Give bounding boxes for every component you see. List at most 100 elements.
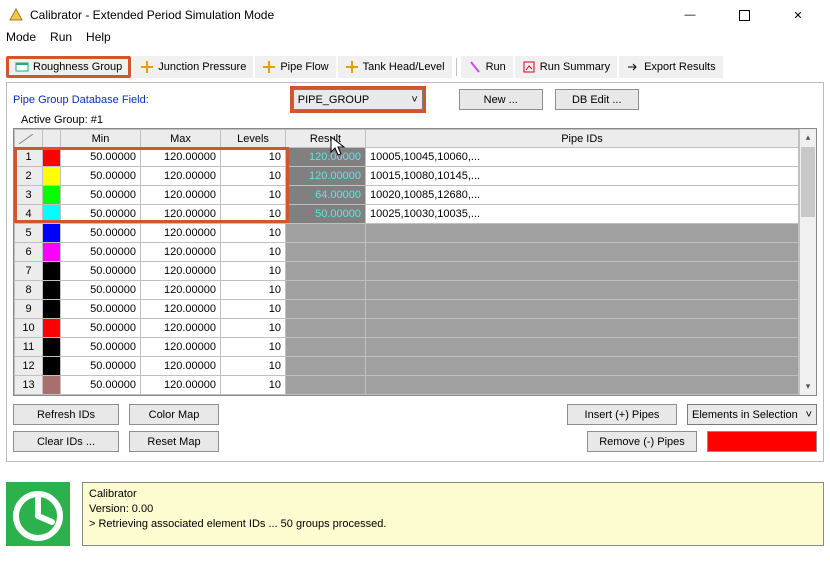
cell-min[interactable]: 50.00000 (61, 357, 141, 376)
cell-result[interactable] (286, 262, 366, 281)
cell-min[interactable]: 50.00000 (61, 205, 141, 224)
cell-min[interactable]: 50.00000 (61, 338, 141, 357)
cell-pipeids[interactable] (366, 224, 799, 243)
pipe-group-dropdown[interactable]: PIPE_GROUP ˅ (293, 89, 423, 110)
cell-levels[interactable]: 10 (221, 205, 286, 224)
cell-max[interactable]: 120.00000 (141, 186, 221, 205)
scroll-thumb[interactable] (801, 147, 815, 217)
table-row[interactable]: 550.00000120.0000010 (15, 224, 799, 243)
cell-result[interactable] (286, 281, 366, 300)
row-color[interactable] (43, 167, 61, 186)
run-button[interactable]: Run (461, 56, 513, 78)
cell-result[interactable] (286, 338, 366, 357)
row-number[interactable]: 10 (15, 319, 43, 338)
cell-levels[interactable]: 10 (221, 186, 286, 205)
cell-result[interactable] (286, 376, 366, 395)
cell-levels[interactable]: 10 (221, 357, 286, 376)
row-number[interactable]: 1 (15, 148, 43, 167)
cell-result[interactable] (286, 300, 366, 319)
row-color[interactable] (43, 243, 61, 262)
cell-max[interactable]: 120.00000 (141, 376, 221, 395)
pipe-flow-button[interactable]: Pipe Flow (255, 56, 335, 78)
cell-levels[interactable]: 10 (221, 224, 286, 243)
row-color[interactable] (43, 338, 61, 357)
cell-result[interactable] (286, 319, 366, 338)
table-row[interactable]: 1250.00000120.0000010 (15, 357, 799, 376)
cell-min[interactable]: 50.00000 (61, 243, 141, 262)
row-color[interactable] (43, 224, 61, 243)
col-pipeids[interactable]: Pipe IDs (366, 130, 799, 148)
export-results-button[interactable]: Export Results (619, 56, 723, 78)
scroll-down-arrow[interactable]: ▾ (800, 378, 816, 395)
cell-min[interactable]: 50.00000 (61, 262, 141, 281)
table-row[interactable]: 1350.00000120.0000010 (15, 376, 799, 395)
cell-result[interactable] (286, 357, 366, 376)
color-preview[interactable] (707, 431, 817, 452)
cell-min[interactable]: 50.00000 (61, 186, 141, 205)
row-color[interactable] (43, 300, 61, 319)
cell-max[interactable]: 120.00000 (141, 338, 221, 357)
roughness-group-button[interactable]: Roughness Group (6, 56, 131, 78)
table-row[interactable]: 650.00000120.0000010 (15, 243, 799, 262)
cell-max[interactable]: 120.00000 (141, 357, 221, 376)
row-color[interactable] (43, 186, 61, 205)
cell-max[interactable]: 120.00000 (141, 300, 221, 319)
row-number[interactable]: 5 (15, 224, 43, 243)
cell-levels[interactable]: 10 (221, 376, 286, 395)
col-levels[interactable]: Levels (221, 130, 286, 148)
cell-levels[interactable]: 10 (221, 167, 286, 186)
row-color[interactable] (43, 357, 61, 376)
cell-levels[interactable]: 10 (221, 281, 286, 300)
col-rownum[interactable] (15, 130, 43, 148)
table-row[interactable]: 350.00000120.000001064.0000010020,10085,… (15, 186, 799, 205)
cell-result[interactable] (286, 243, 366, 262)
cell-result[interactable] (286, 224, 366, 243)
minimize-button[interactable]: — (672, 1, 708, 29)
col-min[interactable]: Min (61, 130, 141, 148)
table-row[interactable]: 150.00000120.0000010120.0000010005,10045… (15, 148, 799, 167)
row-color[interactable] (43, 376, 61, 395)
row-color[interactable] (43, 281, 61, 300)
row-number[interactable]: 7 (15, 262, 43, 281)
table-row[interactable]: 850.00000120.0000010 (15, 281, 799, 300)
cell-levels[interactable]: 10 (221, 262, 286, 281)
groups-table[interactable]: Min Max Levels Result Pipe IDs 1 50.00000… (14, 129, 799, 395)
remove-pipes-button[interactable]: Remove (-) Pipes (587, 431, 697, 452)
cell-min[interactable]: 50.00000 (61, 300, 141, 319)
cell-min[interactable]: 50.00000 (61, 281, 141, 300)
menu-mode[interactable]: Mode (6, 30, 36, 50)
table-row[interactable]: 9 50.00000120.0000010 (15, 300, 799, 319)
col-result[interactable]: Result (286, 130, 366, 148)
row-number[interactable]: 9 (15, 300, 43, 319)
table-row[interactable]: 450.00000120.000001050.0000010025,10030,… (15, 205, 799, 224)
row-color[interactable] (43, 319, 61, 338)
row-number[interactable]: 13 (15, 376, 43, 395)
vertical-scrollbar[interactable]: ▴ ▾ (799, 129, 816, 395)
elements-dropdown[interactable]: Elements in Selection ˅ (687, 404, 817, 425)
reset-map-button[interactable]: Reset Map (129, 431, 219, 452)
cell-pipeids[interactable]: 10025,10030,10035,... (366, 205, 799, 224)
row-color[interactable] (43, 262, 61, 281)
clear-ids-button[interactable]: Clear IDs ... (13, 431, 119, 452)
run-summary-button[interactable]: Run Summary (515, 56, 617, 78)
row-number[interactable]: 2 (15, 167, 43, 186)
col-max[interactable]: Max (141, 130, 221, 148)
cell-max[interactable]: 120.00000 (141, 224, 221, 243)
table-row[interactable]: 750.00000120.0000010 (15, 262, 799, 281)
cell-min[interactable]: 50.00000 (61, 167, 141, 186)
row-color[interactable] (43, 148, 61, 167)
cell-max[interactable]: 120.00000 (141, 243, 221, 262)
refresh-ids-button[interactable]: Refresh IDs (13, 404, 119, 425)
table-row[interactable]: 1050.00000120.0000010 (15, 319, 799, 338)
new-button[interactable]: New ... (459, 89, 543, 110)
table-row[interactable]: 250.00000120.0000010120.0000010015,10080… (15, 167, 799, 186)
cell-pipeids[interactable] (366, 300, 799, 319)
cell-levels[interactable]: 10 (221, 300, 286, 319)
insert-pipes-button[interactable]: Insert (+) Pipes (567, 404, 677, 425)
cell-pipeids[interactable] (366, 357, 799, 376)
close-button[interactable]: ✕ (780, 1, 816, 29)
cell-levels[interactable]: 10 (221, 148, 286, 167)
cell-max[interactable]: 120.00000 (141, 319, 221, 338)
color-map-button[interactable]: Color Map (129, 404, 219, 425)
maximize-button[interactable] (726, 1, 762, 29)
